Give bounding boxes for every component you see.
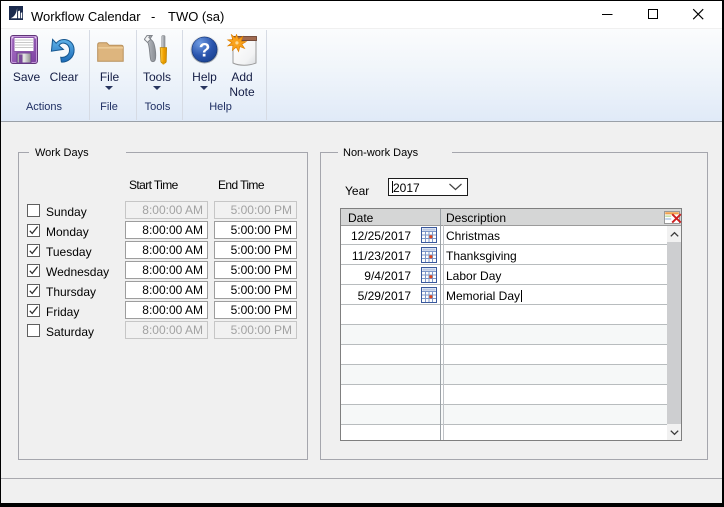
svg-text:?: ?	[199, 41, 211, 62]
